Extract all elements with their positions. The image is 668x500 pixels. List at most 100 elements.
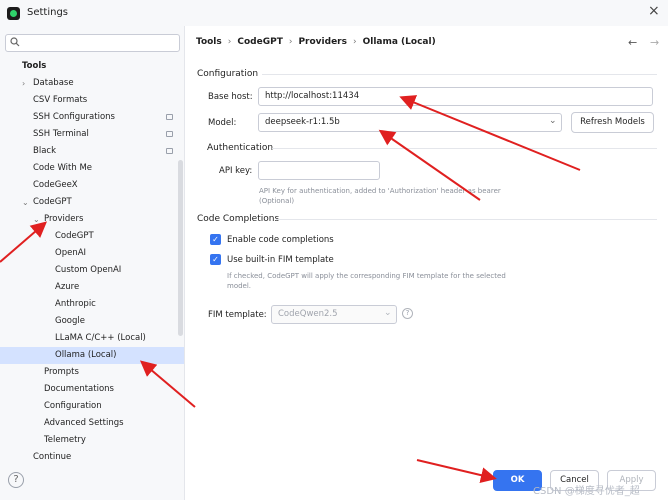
- divider: [272, 148, 657, 149]
- chevron-down-icon[interactable]: ⌄: [33, 211, 40, 228]
- search-icon: [10, 37, 20, 47]
- sidebar-item[interactable]: Continue: [0, 449, 184, 466]
- sidebar-item[interactable]: CSV Formats: [0, 92, 184, 109]
- base-host-input[interactable]: http://localhost:11434: [258, 87, 653, 106]
- breadcrumb: Tools › CodeGPT › Providers › Ollama (Local): [196, 37, 436, 51]
- project-settings-icon: [166, 131, 173, 137]
- chevron-down-icon[interactable]: ⌄: [22, 194, 29, 211]
- breadcrumb-item[interactable]: Providers: [298, 37, 347, 47]
- api-key-hint: API Key for authentication, added to 'Au…: [259, 186, 501, 206]
- sidebar-item-label: CodeGeeX: [33, 180, 78, 190]
- enable-completions-checkbox[interactable]: ✓: [210, 234, 221, 245]
- sidebar-item[interactable]: Advanced Settings: [0, 415, 184, 432]
- sidebar-item-label: Configuration: [44, 401, 102, 411]
- back-arrow-icon[interactable]: ←: [628, 36, 637, 49]
- chevron-down-icon: ⌄: [549, 116, 557, 126]
- sidebar-item[interactable]: Telemetry: [0, 432, 184, 449]
- window-title: Settings: [27, 7, 69, 18]
- fim-template-value: CodeQwen2.5: [278, 309, 338, 319]
- project-settings-icon: [166, 148, 173, 154]
- sidebar-item[interactable]: CodeGeeX: [0, 177, 184, 194]
- help-icon[interactable]: ?: [8, 472, 24, 488]
- sidebar-item-label: SSH Terminal: [33, 129, 89, 139]
- sidebar-item-label: SSH Configurations: [33, 112, 115, 122]
- sidebar-item[interactable]: › Database: [0, 75, 184, 92]
- sidebar-item-label: LLaMA C/C++ (Local): [55, 333, 146, 343]
- sidebar-item-label: Azure: [55, 282, 80, 292]
- sidebar-item[interactable]: Black: [0, 143, 184, 160]
- api-key-input[interactable]: [258, 161, 380, 180]
- model-label: Model:: [208, 118, 237, 128]
- section-code-completions: Code Completions: [197, 214, 280, 224]
- sidebar-item[interactable]: Tools: [0, 58, 184, 75]
- help-icon[interactable]: ?: [402, 308, 413, 319]
- sidebar-item-label: Custom OpenAI: [55, 265, 122, 275]
- breadcrumb-separator: ›: [227, 37, 232, 47]
- project-settings-icon: [166, 114, 173, 120]
- sidebar-item[interactable]: CodeGPT: [0, 228, 184, 245]
- breadcrumb-item[interactable]: CodeGPT: [237, 37, 282, 47]
- sidebar-item-label: Database: [33, 78, 74, 88]
- sidebar-item-label: Prompts: [44, 367, 79, 377]
- sidebar-item-label: Black: [33, 146, 56, 156]
- sidebar-item[interactable]: Google: [0, 313, 184, 330]
- sidebar-item-label: Tools: [22, 61, 47, 71]
- breadcrumb-item: Ollama (Local): [362, 37, 436, 47]
- fim-template-checkbox[interactable]: ✓: [210, 254, 221, 265]
- api-key-hint-line: (Optional): [259, 197, 295, 205]
- sidebar-item[interactable]: Documentations: [0, 381, 184, 398]
- sidebar-item-label: Providers: [44, 214, 84, 224]
- annotation-arrow: [416, 459, 497, 484]
- model-select[interactable]: deepseek-r1:1.5b: [258, 113, 562, 132]
- divider: [276, 219, 657, 220]
- sidebar-scrollbar[interactable]: [178, 160, 183, 336]
- app-icon: [7, 7, 20, 20]
- sidebar-item[interactable]: Azure: [0, 279, 184, 296]
- sidebar-item-label: Code With Me: [33, 163, 93, 173]
- api-key-hint-line: API Key for authentication, added to 'Au…: [259, 187, 501, 195]
- watermark: CSDN @梯度寻优者_超: [533, 486, 640, 497]
- sidebar-item[interactable]: Prompts: [0, 364, 184, 381]
- divider: [262, 74, 657, 75]
- close-icon[interactable]: ×: [648, 3, 660, 19]
- sidebar-item-label: Telemetry: [44, 435, 86, 445]
- sidebar-item[interactable]: SSH Terminal: [0, 126, 184, 143]
- sidebar-item-label: CodeGPT: [55, 231, 94, 241]
- section-configuration: Configuration: [197, 69, 259, 79]
- sidebar-item[interactable]: Ollama (Local): [0, 347, 184, 364]
- sidebar-item[interactable]: ⌄ Providers: [0, 211, 184, 228]
- sidebar-item-label: Anthropic: [55, 299, 96, 309]
- sidebar-item[interactable]: Anthropic: [0, 296, 184, 313]
- title-bar: [0, 0, 668, 26]
- fim-template-select[interactable]: CodeQwen2.5: [271, 305, 397, 324]
- sidebar-item[interactable]: OpenAI: [0, 245, 184, 262]
- chevron-down-icon: ⌄: [384, 308, 392, 318]
- forward-arrow-icon[interactable]: →: [650, 36, 659, 49]
- fim-hint: If checked, CodeGPT will apply the corre…: [227, 271, 506, 291]
- breadcrumb-separator: ›: [288, 37, 293, 47]
- sidebar-item[interactable]: SSH Configurations: [0, 109, 184, 126]
- fim-hint-line: model.: [227, 282, 252, 290]
- sidebar-item[interactable]: Configuration: [0, 398, 184, 415]
- sidebar-item-label: Ollama (Local): [55, 350, 117, 360]
- sidebar-item-label: Continue: [33, 452, 72, 462]
- fim-template-label: FIM template:: [208, 310, 267, 320]
- sidebar-item-label: OpenAI: [55, 248, 87, 258]
- sidebar-item-label: CSV Formats: [33, 95, 88, 105]
- fim-template-checkbox-label: Use built-in FIM template: [227, 255, 334, 265]
- search-input[interactable]: [5, 34, 180, 52]
- sidebar-item[interactable]: Custom OpenAI: [0, 262, 184, 279]
- sidebar-item[interactable]: ⌄ CodeGPT: [0, 194, 184, 211]
- base-host-label: Base host:: [208, 92, 253, 102]
- chevron-right-icon[interactable]: ›: [22, 75, 25, 92]
- sidebar-item-label: CodeGPT: [33, 197, 72, 207]
- section-authentication: Authentication: [207, 143, 274, 153]
- breadcrumb-item[interactable]: Tools: [196, 37, 222, 47]
- breadcrumb-separator: ›: [352, 37, 357, 47]
- refresh-models-button[interactable]: Refresh Models: [571, 112, 654, 133]
- api-key-label: API key:: [219, 166, 253, 176]
- fim-hint-line: If checked, CodeGPT will apply the corre…: [227, 272, 506, 280]
- sidebar-item[interactable]: LLaMA C/C++ (Local): [0, 330, 184, 347]
- enable-completions-label: Enable code completions: [227, 235, 334, 245]
- sidebar-item[interactable]: Code With Me: [0, 160, 184, 177]
